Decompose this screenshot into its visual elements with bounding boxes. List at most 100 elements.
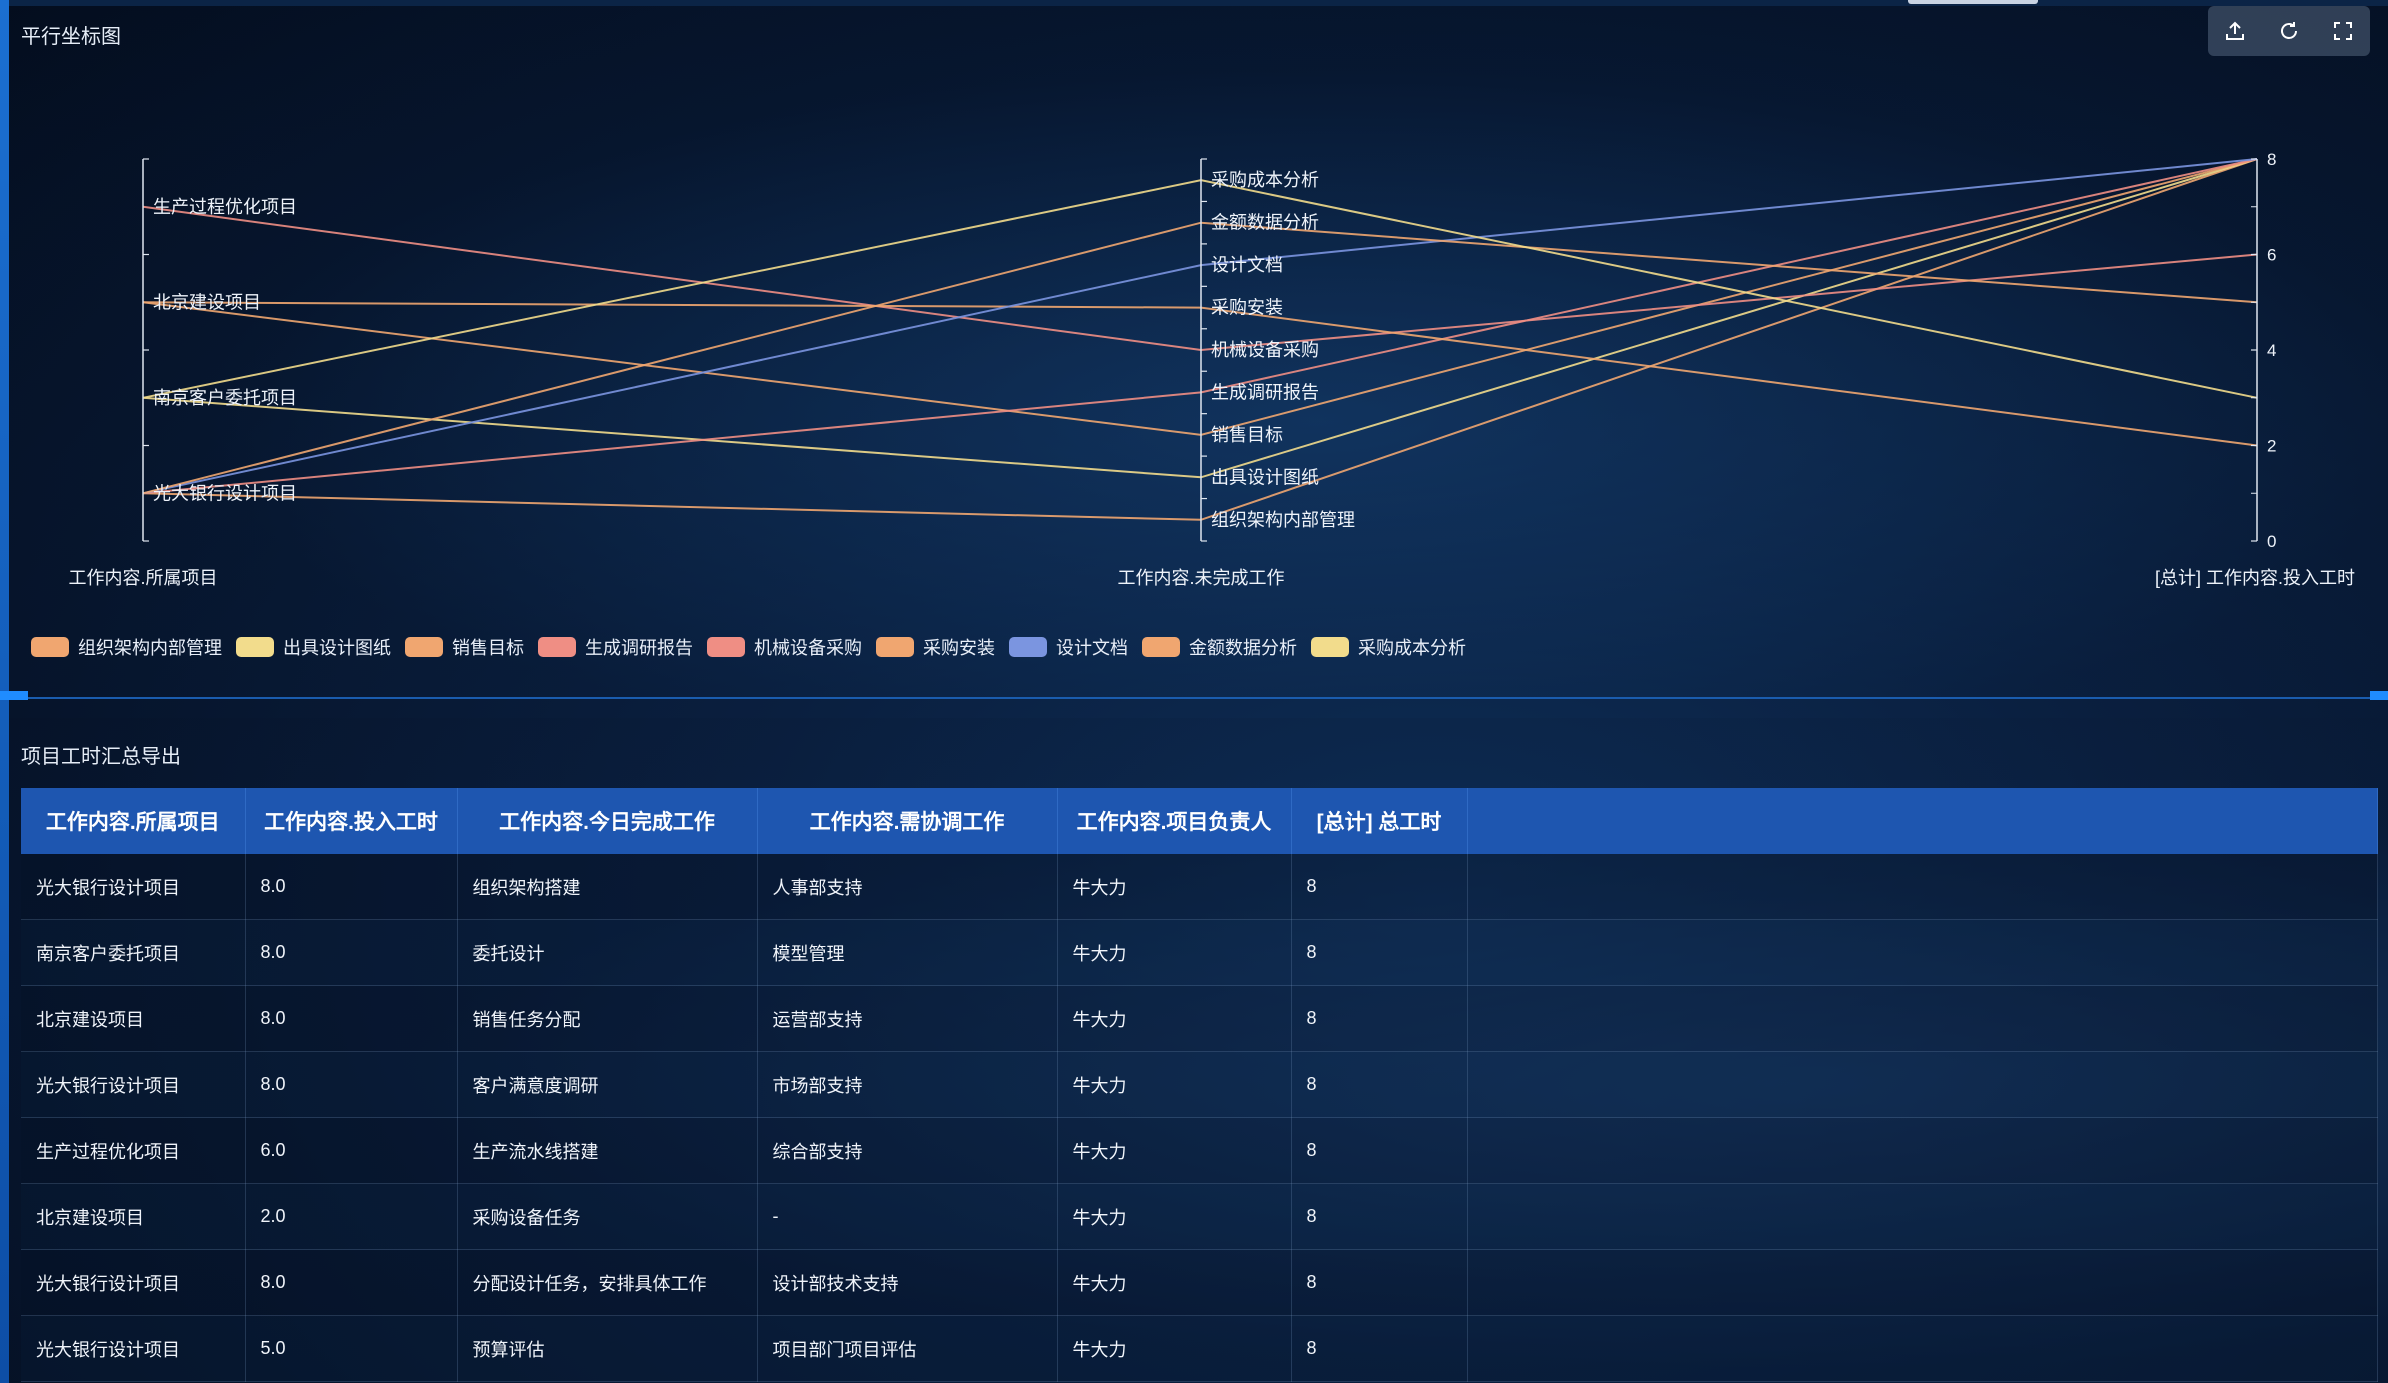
table-cell: 光大银行设计项目 — [21, 1249, 246, 1316]
table-cell: 8.0 — [245, 919, 458, 986]
axis-name: 工作内容.未完成工作 — [1117, 568, 1284, 588]
axis-category-label: 组织架构内部管理 — [1211, 510, 1355, 530]
legend-label: 组织架构内部管理 — [78, 638, 222, 658]
table-cell: 8.0 — [245, 1249, 458, 1316]
series-line-2[interactable] — [142, 158, 2258, 436]
legend-item-8[interactable]: 采购成本分析 — [1311, 634, 1466, 660]
series-line-7[interactable] — [142, 221, 2258, 495]
legend-item-7[interactable]: 金额数据分析 — [1142, 634, 1297, 660]
legend-item-4[interactable]: 机械设备采购 — [707, 634, 862, 660]
table-cell: 光大银行设计项目 — [21, 854, 246, 920]
table-cell: 2.0 — [245, 1183, 458, 1250]
table-cell: 5.0 — [245, 1315, 458, 1382]
legend-label: 采购成本分析 — [1358, 638, 1466, 658]
table-cell-empty — [1467, 1183, 2378, 1250]
table-cell: 综合部支持 — [757, 1117, 1058, 1184]
legend-item-5[interactable]: 采购安装 — [876, 634, 995, 660]
table-body: 光大银行设计项目 8.0 组织架构搭建 人事部支持 牛大力 8 南京客户委托项目 8.0 委托设… — [21, 854, 2378, 1382]
table-cell: 运营部支持 — [757, 985, 1058, 1052]
axis-category-label: 金额数据分析 — [1211, 213, 1319, 233]
table-cell: 设计部技术支持 — [757, 1249, 1058, 1316]
table-row[interactable]: 北京建设项目 2.0 采购设备任务 - 牛大力 8 — [21, 1183, 2378, 1250]
table-cell: - — [757, 1183, 1058, 1250]
legend-swatch — [405, 637, 443, 657]
axis-category-label: 光大银行设计项目 — [153, 483, 297, 503]
legend-item-3[interactable]: 生成调研报告 — [538, 634, 693, 660]
series-line-1[interactable] — [142, 158, 2258, 479]
table-cell: 北京建设项目 — [21, 985, 246, 1052]
column-header-4[interactable]: 工作内容.项目负责人 — [1057, 788, 1292, 854]
table-cell: 牛大力 — [1057, 854, 1292, 920]
table-cell: 光大银行设计项目 — [21, 1315, 246, 1382]
axis-tick-label: 6 — [2267, 246, 2276, 265]
table-cell: 8.0 — [245, 854, 458, 920]
column-header-1[interactable]: 工作内容.投入工时 — [245, 788, 458, 854]
column-header-3[interactable]: 工作内容.需协调工作 — [757, 788, 1058, 854]
panel-divider-mark-left — [0, 691, 28, 700]
table-cell: 项目部门项目评估 — [757, 1315, 1058, 1382]
legend-item-1[interactable]: 出具设计图纸 — [236, 634, 391, 660]
column-header-empty — [1467, 788, 2378, 854]
table-row[interactable]: 北京建设项目 8.0 销售任务分配 运营部支持 牛大力 8 — [21, 985, 2378, 1052]
series-line-3[interactable] — [142, 158, 2258, 495]
table-cell: 8 — [1291, 1051, 1468, 1118]
column-header-5[interactable]: [总计] 总工时 — [1291, 788, 1468, 854]
table-cell: 牛大力 — [1057, 1183, 1292, 1250]
axis-2: 0 2 4 6 8 [总计] 工作内容.投入工时 — [2155, 150, 2355, 588]
table-cell: 牛大力 — [1057, 919, 1292, 986]
table-row[interactable]: 光大银行设计项目 8.0 分配设计任务，安排具体工作 设计部技术支持 牛大力 8 — [21, 1249, 2378, 1316]
legend-swatch — [1311, 637, 1349, 657]
table-cell: 委托设计 — [457, 919, 758, 986]
series-line-8[interactable] — [142, 179, 2258, 399]
table-row[interactable]: 光大银行设计项目 8.0 组织架构搭建 人事部支持 牛大力 8 — [21, 854, 2378, 920]
axis-category-label: 南京客户委托项目 — [153, 388, 297, 408]
legend-item-6[interactable]: 设计文档 — [1009, 634, 1128, 660]
table-row[interactable]: 南京客户委托项目 8.0 委托设计 模型管理 牛大力 8 — [21, 919, 2378, 986]
table-cell-empty — [1467, 1117, 2378, 1184]
axis-category-label: 生产过程优化项目 — [153, 197, 297, 217]
column-header-2[interactable]: 工作内容.今日完成工作 — [457, 788, 758, 854]
table-cell: 客户满意度调研 — [457, 1051, 758, 1118]
legend-item-2[interactable]: 销售目标 — [405, 634, 524, 660]
series-line-0[interactable] — [142, 158, 2258, 521]
table-cell-empty — [1467, 919, 2378, 986]
table-cell: 生产流水线搭建 — [457, 1117, 758, 1184]
table-header-row: 工作内容.所属项目 工作内容.投入工时 工作内容.今日完成工作 工作内容.需协调工作工… — [21, 788, 2378, 854]
table-cell-empty — [1467, 985, 2378, 1052]
top-scroll-tab[interactable] — [1908, 0, 2038, 4]
table-cell: 光大银行设计项目 — [21, 1051, 246, 1118]
table-row[interactable]: 生产过程优化项目 6.0 生产流水线搭建 综合部支持 牛大力 8 — [21, 1117, 2378, 1184]
legend-label: 出具设计图纸 — [283, 638, 391, 658]
legend-swatch — [1142, 637, 1180, 657]
table-cell: 人事部支持 — [757, 854, 1058, 920]
panel-divider-mark-right — [2370, 691, 2388, 700]
legend-swatch — [31, 637, 69, 657]
table-cell: 牛大力 — [1057, 1117, 1292, 1184]
legend-item-0[interactable]: 组织架构内部管理 — [31, 634, 222, 660]
table-cell-empty — [1467, 854, 2378, 920]
parallel-coordinates-chart: 光大银行设计项目南京客户委托项目北京建设项目 生产过程优化项目工作内容.所属项目 组… — [68, 150, 2355, 588]
table-cell: 6.0 — [245, 1117, 458, 1184]
table-cell: 8 — [1291, 854, 1468, 920]
table-cell: 分配设计任务，安排具体工作 — [457, 1249, 758, 1316]
table-cell: 8 — [1291, 919, 1468, 986]
table-cell: 8 — [1291, 1315, 1468, 1382]
series-line-6[interactable] — [142, 158, 2258, 495]
table-cell-empty — [1467, 1051, 2378, 1118]
table-cell-empty — [1467, 1249, 2378, 1316]
axis-category-label: 机械设备采购 — [1211, 340, 1319, 360]
legend-label: 设计文档 — [1056, 638, 1128, 658]
table-cell: 8.0 — [245, 1051, 458, 1118]
axis-tick-label: 2 — [2267, 437, 2276, 456]
table-cell: 8 — [1291, 1249, 1468, 1316]
column-header-0[interactable]: 工作内容.所属项目 — [21, 788, 246, 854]
legend-swatch — [538, 637, 576, 657]
table-row[interactable]: 光大银行设计项目 5.0 预算评估 项目部门项目评估 牛大力 8 — [21, 1315, 2378, 1382]
table-row[interactable]: 光大银行设计项目 8.0 客户满意度调研 市场部支持 牛大力 8 — [21, 1051, 2378, 1118]
table-cell: 销售任务分配 — [457, 985, 758, 1052]
axis-category-label: 北京建设项目 — [153, 292, 261, 312]
legend-swatch — [1009, 637, 1047, 657]
axis-1: 组织架构内部管理出具设计图纸销售目标 生成调研报告机械设备采购采购安装 设计文档 金额… — [1117, 158, 1355, 588]
table-panel: 项目工时汇总导出 工作内容.所属项目 工作内容.投入工时 工作内容.今日完成工作 工作… — [9, 718, 2388, 1383]
legend-label: 采购安装 — [923, 638, 995, 658]
